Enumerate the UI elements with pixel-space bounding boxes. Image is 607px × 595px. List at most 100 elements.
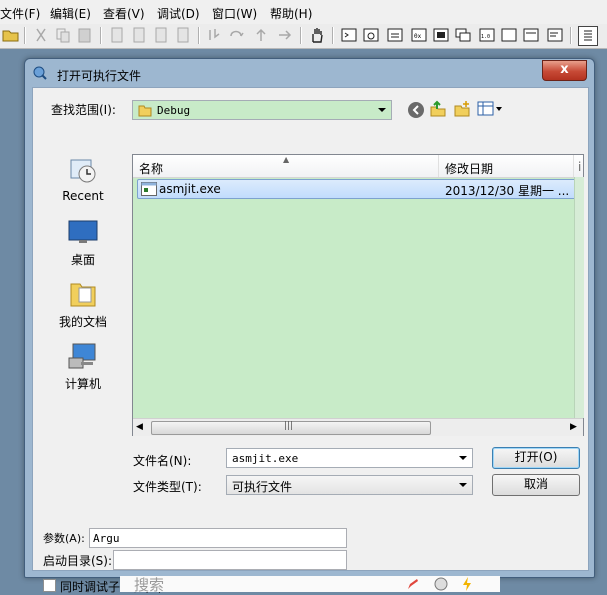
computer-icon [67,340,99,372]
watch-window-icon[interactable] [362,26,380,44]
menu-view[interactable]: 查看(V) [103,5,145,22]
paste-icon[interactable] [76,26,94,44]
chevron-down-icon[interactable] [378,108,386,112]
place-documents[interactable]: 我的文档 [43,278,123,330]
chevron-down-icon[interactable] [459,456,467,460]
menu-bar: 文件(F) 编辑(E) 查看(V) 调试(D) 窗口(W) 帮助(H) [0,0,607,25]
disassembly-window-icon[interactable]: 1.0 [478,26,496,44]
place-label: 我的文档 [58,315,107,329]
list-header: 名称 ▲ 修改日期 i [133,155,583,178]
filename-label: 文件名(N): [133,454,192,468]
step-over-icon[interactable] [228,26,246,44]
svg-text:0x: 0x [414,33,422,40]
callstack-window-icon[interactable] [454,26,472,44]
filename-value: asmjit.exe [232,452,299,465]
app-icon [32,65,48,81]
copy-icon[interactable] [54,26,72,44]
place-recent[interactable]: Recent [43,154,123,203]
open-executable-dialog: 打开可执行文件 x 查找范围(I): Debug Recent 桌面 我的文档 … [24,58,595,594]
column-type[interactable]: i [578,160,581,174]
toolbar: 0x 1.0 [0,24,607,49]
new-folder-icon[interactable] [453,100,471,118]
filetype-combo[interactable]: 可执行文件 [226,475,473,495]
child-debug-checkbox[interactable] [43,579,56,592]
dialog-titlebar[interactable]: 打开可执行文件 x [25,59,594,87]
file-row[interactable]: asmjit.exe 2013/12/30 星期一 ... [ [137,179,583,199]
menu-debug[interactable]: 调试(D) [157,5,200,22]
file-list[interactable]: 名称 ▲ 修改日期 i asmjit.exe 2013/12/30 星期一 ..… [132,154,584,436]
cancel-button[interactable]: 取消 [492,474,580,496]
menu-edit[interactable]: 编辑(E) [50,5,91,22]
toolbar-separator [198,27,200,44]
view-menu-icon[interactable] [477,100,503,118]
registers-window-icon[interactable]: 0x [410,26,428,44]
dialog-body: 查找范围(I): Debug Recent 桌面 我的文档 计算机 名称 ▲ 修… [32,87,589,594]
startdir-input[interactable] [113,550,347,570]
vertical-scroll-track[interactable] [574,177,584,418]
scratch-window-icon[interactable] [546,26,564,44]
doc-edit-icon[interactable] [130,26,148,44]
grip-icon: ||| [284,421,294,431]
clock-icon[interactable] [434,577,448,591]
run-to-cursor-icon[interactable] [276,26,294,44]
column-divider[interactable] [438,155,439,177]
doc-list-icon[interactable] [152,26,170,44]
startdir-label: 启动目录(S): [43,554,113,568]
place-label: Recent [62,189,104,203]
lightning-icon[interactable] [460,577,474,591]
menu-file[interactable]: 文件(F) [0,5,40,22]
desktop-icon [67,216,99,248]
recent-icon [67,154,99,186]
step-out-icon[interactable] [252,26,270,44]
exe-icon [141,182,157,196]
filename-combo[interactable]: asmjit.exe [226,448,473,468]
scroll-left-icon[interactable]: ◀ [136,422,143,432]
place-label: 计算机 [64,377,101,391]
args-label: 参数(A): [43,532,85,545]
horizontal-scrollbar[interactable]: ◀ ||| ▶ [133,418,583,436]
column-name[interactable]: 名称 [139,160,163,177]
sort-ascending-icon: ▲ [283,155,290,164]
open-folder-icon[interactable] [2,26,20,44]
command-window-icon[interactable] [340,26,358,44]
toolbar-separator [300,27,302,44]
doc-copy-icon[interactable] [174,26,192,44]
place-computer[interactable]: 计算机 [43,340,123,392]
column-divider[interactable] [573,155,574,177]
hand-icon[interactable] [308,26,326,44]
toolbar-separator [24,27,26,44]
blank-window-icon[interactable] [500,26,518,44]
close-button[interactable]: x [542,60,587,81]
memory-window-icon[interactable] [432,26,450,44]
folder-icon [138,103,152,117]
menu-help[interactable]: 帮助(H) [270,5,312,22]
chevron-down-icon[interactable] [459,483,467,487]
look-in-combo[interactable]: Debug [132,100,392,120]
column-modified[interactable]: 修改日期 [445,160,493,177]
scroll-right-icon[interactable]: ▶ [570,422,577,432]
look-in-label: 查找范围(I): [51,103,116,117]
cut-icon[interactable] [32,26,50,44]
open-button[interactable]: 打开(O) [492,447,580,469]
filetype-label: 文件类型(T): [133,480,202,494]
toolbar-separator [100,27,102,44]
menu-window[interactable]: 窗口(W) [212,5,257,22]
args-input[interactable] [89,528,347,548]
documents-folder-icon [67,278,99,310]
file-modified: 2013/12/30 星期一 ... [445,184,570,198]
up-folder-icon[interactable] [429,100,447,118]
file-name: asmjit.exe [159,182,221,196]
source-window-icon[interactable] [522,26,540,44]
step-into-icon[interactable] [206,26,224,44]
options-icon[interactable] [578,26,598,46]
back-icon[interactable] [407,101,425,119]
pen-icon[interactable] [406,577,420,591]
dialog-title: 打开可执行文件 [57,69,142,83]
svg-text:1.0: 1.0 [481,34,490,40]
scroll-thumb[interactable]: ||| [151,421,431,435]
filetype-value: 可执行文件 [232,480,293,494]
search-strip: 搜索 [120,576,500,594]
doc-icon[interactable] [108,26,126,44]
place-desktop[interactable]: 桌面 [43,216,123,268]
locals-window-icon[interactable] [386,26,404,44]
